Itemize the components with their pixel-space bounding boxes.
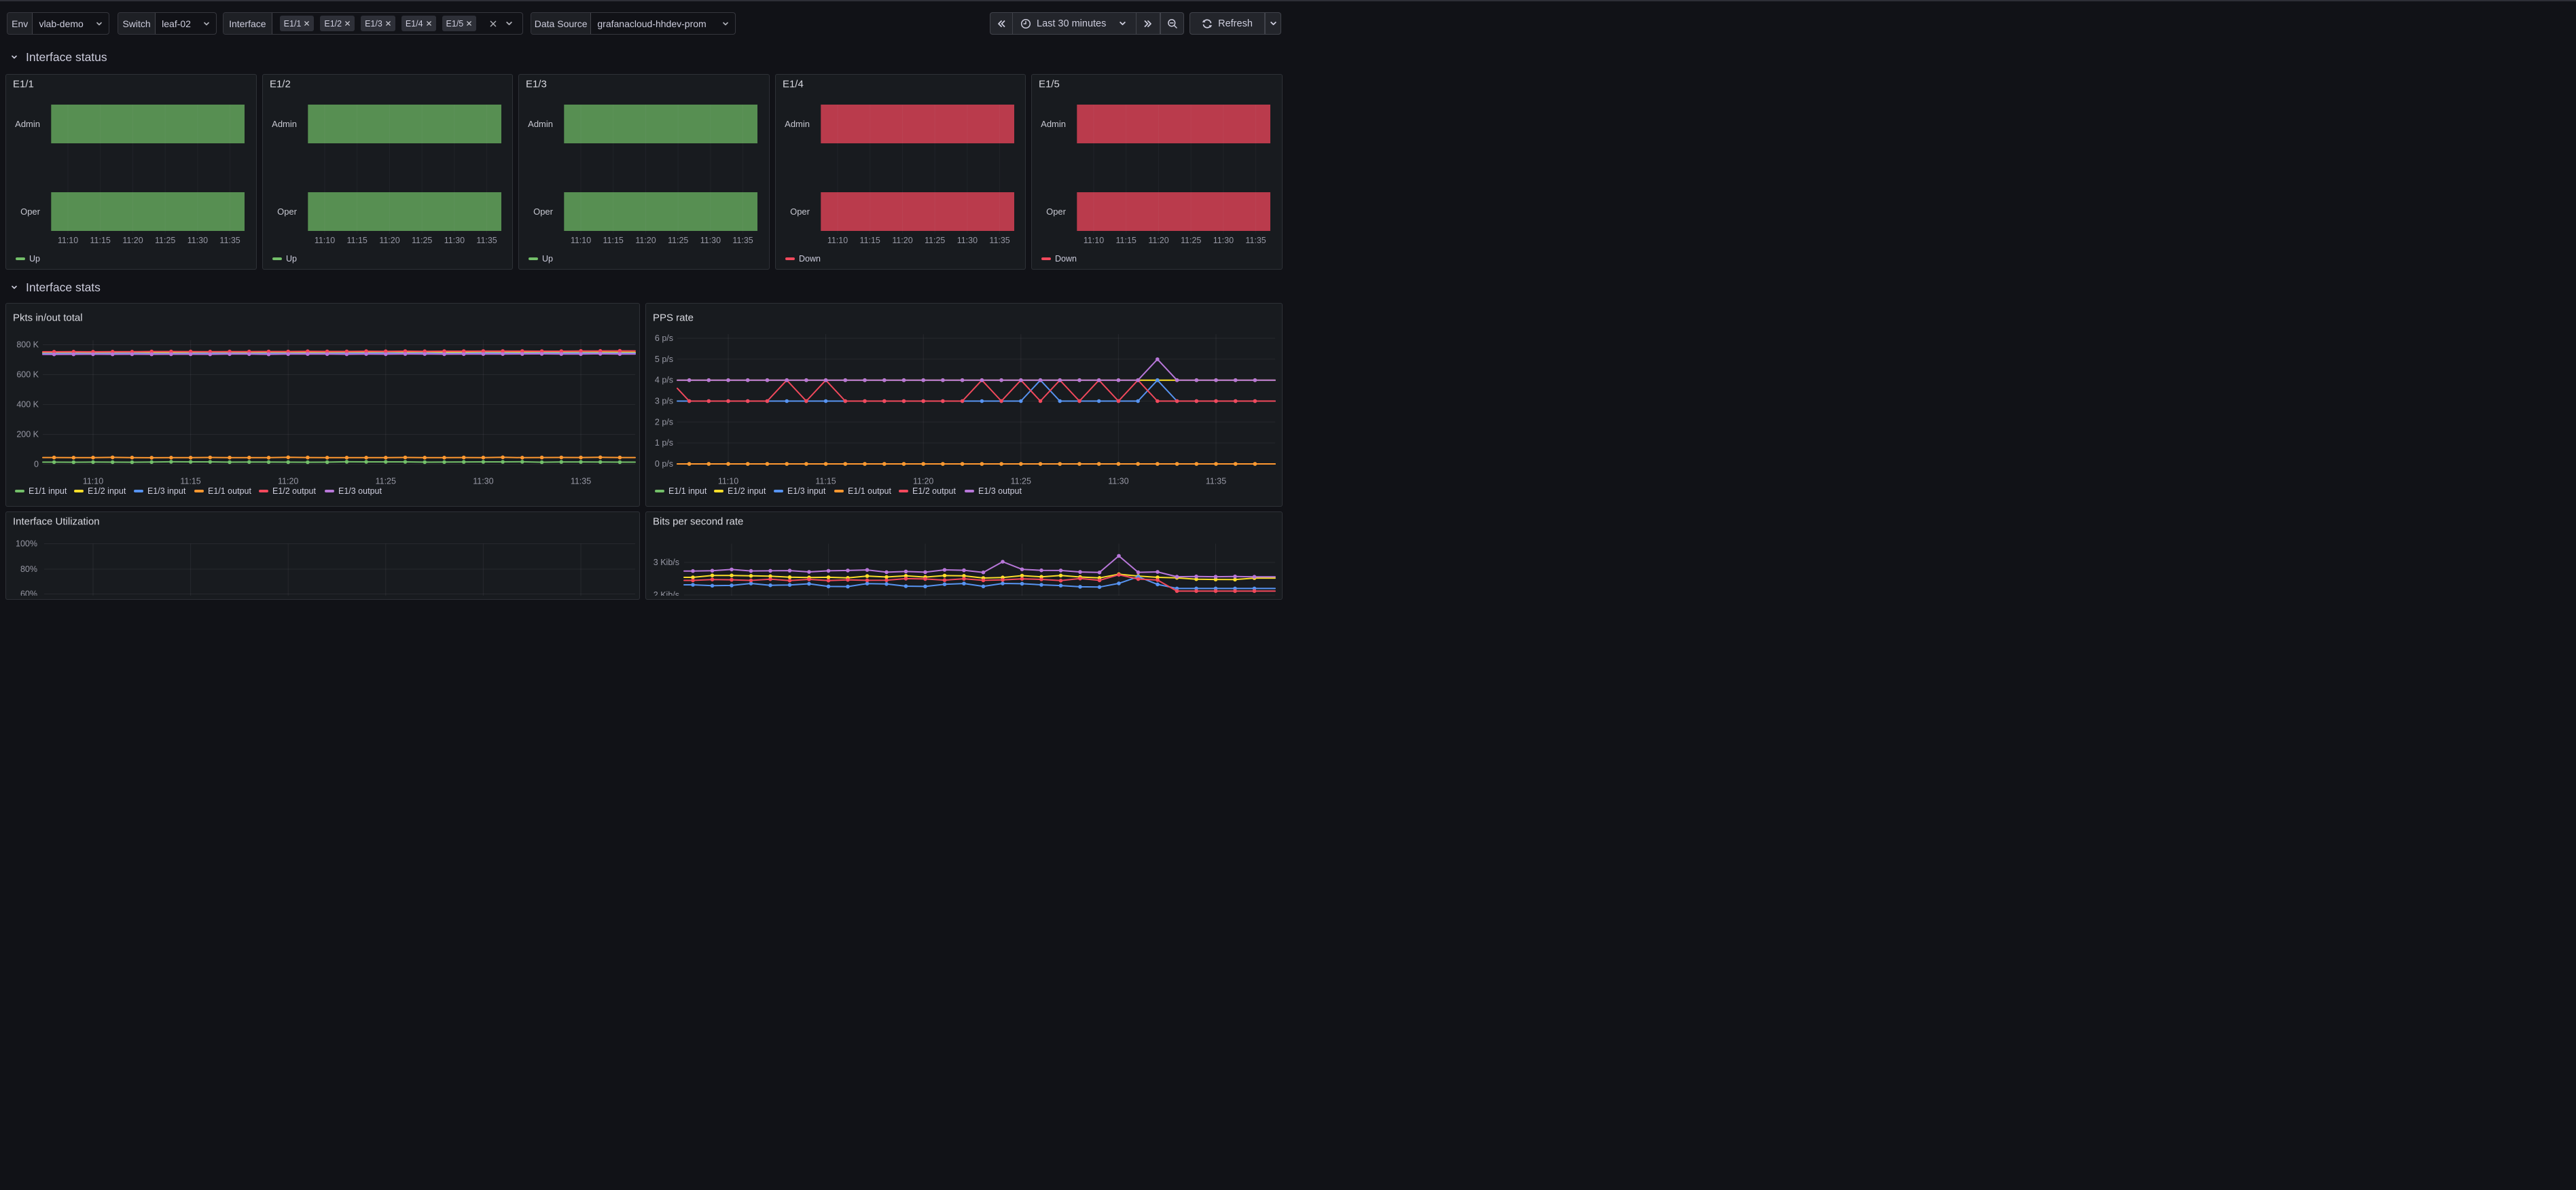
svg-text:Admin: Admin [528, 119, 553, 129]
svg-text:3 Kib/s: 3 Kib/s [654, 558, 679, 567]
svg-text:11:10: 11:10 [83, 477, 103, 486]
svg-text:11:20: 11:20 [1149, 236, 1169, 245]
svg-text:11:25: 11:25 [668, 236, 688, 245]
svg-text:2 Kib/s: 2 Kib/s [654, 590, 679, 596]
svg-text:5 p/s: 5 p/s [655, 355, 673, 364]
svg-text:PPS rate: PPS rate [653, 312, 694, 324]
svg-text:11:10: 11:10 [58, 236, 78, 245]
svg-text:11:25: 11:25 [1011, 477, 1031, 486]
svg-text:11:15: 11:15 [859, 236, 880, 245]
svg-text:Oper: Oper [20, 206, 41, 217]
svg-text:11:30: 11:30 [1108, 477, 1128, 486]
svg-text:Up: Up [29, 254, 40, 264]
svg-text:11:20: 11:20 [636, 236, 656, 245]
svg-text:E1/3 output: E1/3 output [978, 486, 1022, 496]
svg-text:11:35: 11:35 [1246, 236, 1266, 245]
svg-text:E1/1 output: E1/1 output [208, 486, 251, 496]
svg-text:Admin: Admin [1041, 119, 1067, 129]
svg-text:11:30: 11:30 [473, 477, 493, 486]
svg-text:11:35: 11:35 [733, 236, 753, 245]
svg-text:0 p/s: 0 p/s [655, 459, 673, 469]
svg-text:Admin: Admin [272, 119, 297, 129]
svg-text:11:15: 11:15 [180, 477, 200, 486]
svg-text:Interface Utilization: Interface Utilization [13, 516, 100, 528]
svg-text:E1/3 input: E1/3 input [147, 486, 186, 496]
svg-text:E1/1 input: E1/1 input [29, 486, 67, 496]
svg-text:600 K: 600 K [16, 370, 39, 380]
svg-text:E1/3 output: E1/3 output [338, 486, 382, 496]
svg-text:3 p/s: 3 p/s [655, 397, 673, 406]
svg-text:11:25: 11:25 [1181, 236, 1201, 245]
svg-text:60%: 60% [20, 590, 37, 596]
svg-text:11:15: 11:15 [603, 236, 624, 245]
svg-text:11:30: 11:30 [957, 236, 978, 245]
svg-text:11:10: 11:10 [571, 236, 591, 245]
svg-text:Oper: Oper [790, 206, 810, 217]
svg-text:Oper: Oper [277, 206, 298, 217]
svg-text:400 K: 400 K [16, 400, 39, 410]
svg-text:11:10: 11:10 [314, 236, 334, 245]
svg-text:6 p/s: 6 p/s [655, 333, 673, 343]
svg-text:11:35: 11:35 [476, 236, 497, 245]
svg-text:E1/1 input: E1/1 input [668, 486, 707, 496]
svg-text:E1/4: E1/4 [783, 79, 804, 90]
svg-text:11:20: 11:20 [892, 236, 912, 245]
svg-text:11:15: 11:15 [1116, 236, 1137, 245]
svg-text:Up: Up [286, 254, 297, 264]
svg-text:11:35: 11:35 [1206, 477, 1226, 486]
svg-text:Admin: Admin [15, 119, 40, 129]
svg-text:100%: 100% [16, 539, 37, 549]
svg-text:E1/2 input: E1/2 input [728, 486, 766, 496]
svg-text:11:30: 11:30 [1213, 236, 1234, 245]
svg-text:11:25: 11:25 [925, 236, 945, 245]
svg-text:11:20: 11:20 [122, 236, 143, 245]
svg-text:1 p/s: 1 p/s [655, 438, 673, 448]
svg-text:800 K: 800 K [16, 340, 39, 350]
svg-text:E1/2 output: E1/2 output [272, 486, 316, 496]
svg-text:Down: Down [799, 254, 821, 264]
svg-text:11:15: 11:15 [815, 477, 836, 486]
svg-text:11:25: 11:25 [155, 236, 175, 245]
svg-text:11:20: 11:20 [278, 477, 298, 486]
svg-text:E1/3 input: E1/3 input [787, 486, 826, 496]
svg-text:Up: Up [542, 254, 553, 264]
svg-text:11:25: 11:25 [412, 236, 432, 245]
svg-text:0: 0 [34, 460, 39, 469]
svg-text:11:35: 11:35 [989, 236, 1009, 245]
svg-text:11:15: 11:15 [90, 236, 111, 245]
svg-text:80%: 80% [20, 564, 37, 574]
svg-text:E1/1: E1/1 [13, 79, 34, 90]
svg-text:2 p/s: 2 p/s [655, 417, 673, 427]
svg-text:E1/2 input: E1/2 input [88, 486, 126, 496]
svg-text:11:10: 11:10 [718, 477, 738, 486]
svg-text:Oper: Oper [533, 206, 554, 217]
svg-text:Pkts in/out total: Pkts in/out total [13, 312, 83, 324]
svg-text:11:20: 11:20 [913, 477, 933, 486]
svg-text:E1/5: E1/5 [1039, 79, 1060, 90]
svg-text:11:30: 11:30 [187, 236, 208, 245]
svg-text:E1/1 output: E1/1 output [848, 486, 891, 496]
svg-text:Oper: Oper [1047, 206, 1067, 217]
svg-text:11:20: 11:20 [379, 236, 399, 245]
svg-text:4 p/s: 4 p/s [655, 376, 673, 385]
svg-text:Admin: Admin [785, 119, 810, 129]
svg-text:11:35: 11:35 [571, 477, 591, 486]
svg-text:11:10: 11:10 [1084, 236, 1104, 245]
svg-text:Bits per second rate: Bits per second rate [653, 516, 743, 528]
svg-text:11:25: 11:25 [376, 477, 396, 486]
svg-text:11:30: 11:30 [700, 236, 721, 245]
svg-text:11:10: 11:10 [827, 236, 848, 245]
svg-text:11:15: 11:15 [346, 236, 367, 245]
svg-text:E1/3: E1/3 [526, 79, 547, 90]
svg-text:Down: Down [1055, 254, 1077, 264]
svg-text:11:30: 11:30 [444, 236, 464, 245]
svg-text:E1/2 output: E1/2 output [912, 486, 956, 496]
svg-text:200 K: 200 K [16, 430, 39, 439]
svg-text:11:35: 11:35 [219, 236, 240, 245]
svg-text:E1/2: E1/2 [270, 79, 291, 90]
